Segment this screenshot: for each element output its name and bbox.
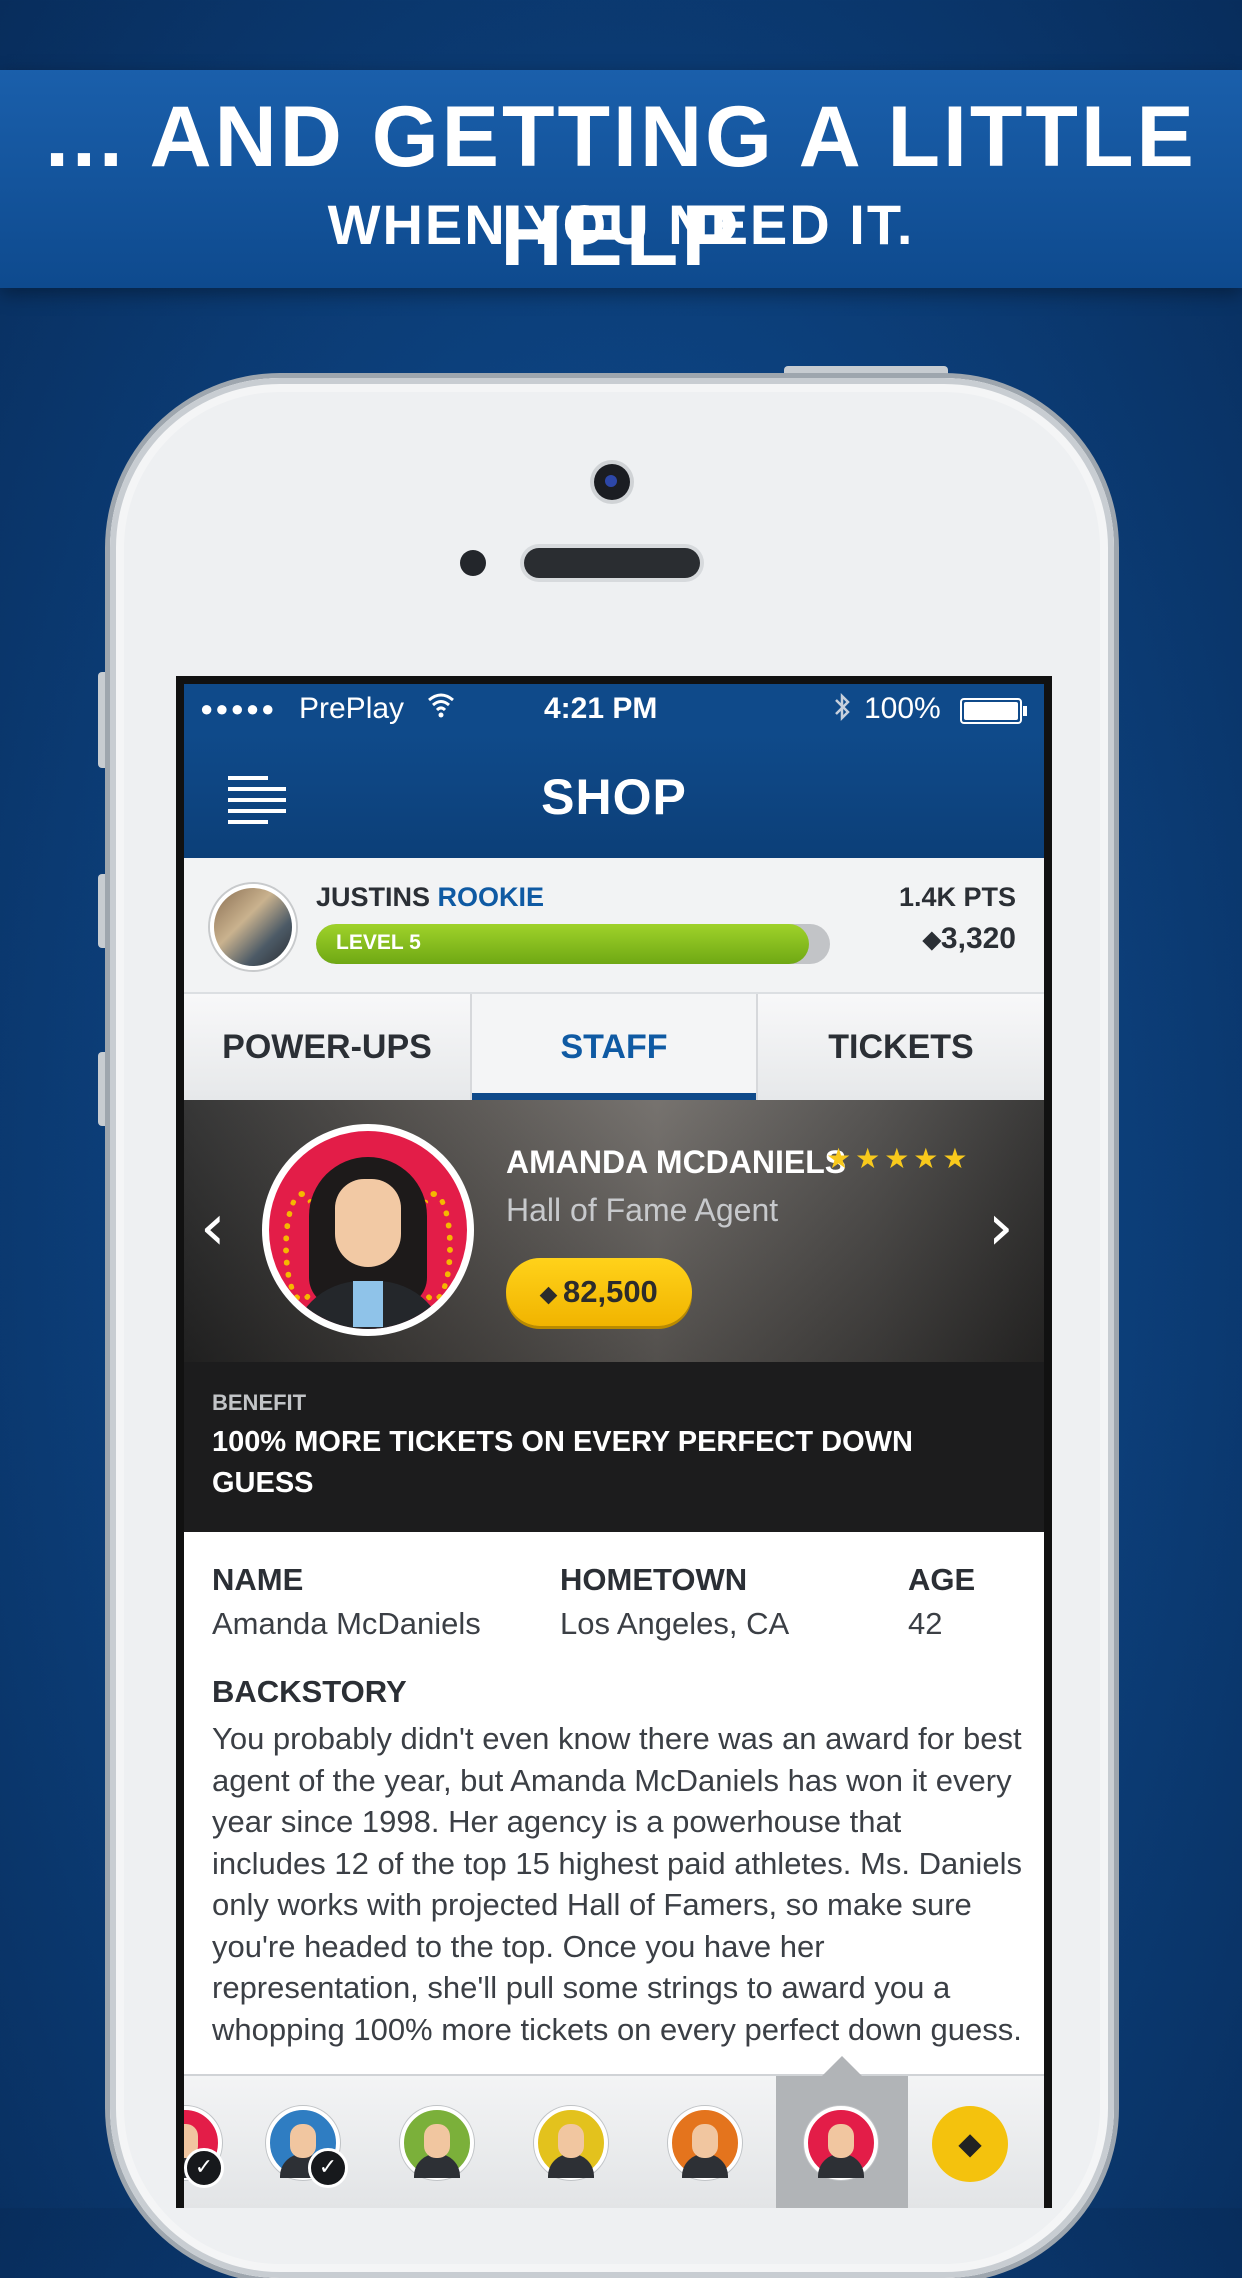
promo-banner: ... AND GETTING A LITTLE HELP WHEN YOU N…: [0, 70, 1242, 288]
app-screen: ●●●●● PrePlay 4:21 PM 100% SHOP JUSTINS …: [184, 684, 1044, 2208]
ticket-icon: ⬥: [540, 1280, 557, 1308]
age-label: AGE: [908, 1562, 976, 1597]
front-camera-icon: [594, 464, 630, 500]
phone-volume-up: [98, 874, 110, 948]
name-value: Amanda McDaniels: [212, 1606, 481, 1641]
clock: 4:21 PM: [544, 692, 658, 725]
page-title: SHOP: [541, 769, 687, 825]
battery-percent: 100%: [864, 692, 941, 725]
ticket-count: 3,320: [940, 922, 1016, 955]
username: JUSTINS: [316, 882, 431, 912]
star-rating: ★★★★★: [826, 1142, 972, 1175]
hometown-label: HOMETOWN: [560, 1562, 748, 1597]
staff-price: 82,500: [562, 1274, 658, 1309]
benefit-panel: BENEFIT 100% MORE TICKETS ON EVERY PERFE…: [184, 1362, 1044, 1532]
avatar[interactable]: [210, 884, 296, 970]
backstory-label: BACKSTORY: [212, 1674, 407, 1709]
staff-thumb-selected[interactable]: [804, 2106, 878, 2180]
age-field: AGE 42: [908, 1562, 975, 1642]
ticket-balance: ⬥3,320: [923, 922, 1016, 956]
age-value: 42: [908, 1606, 943, 1641]
tab-power-ups[interactable]: POWER-UPS: [184, 994, 472, 1100]
staff-card: ‹ AMANDA MCDANIELS ★★★★★ Hall of Fame Ag…: [184, 1100, 1044, 1362]
battery-icon: [960, 698, 1027, 724]
points-count: 1.4K PTS: [898, 882, 1016, 912]
previous-arrow-icon[interactable]: ‹: [200, 1196, 226, 1260]
hometown-field: HOMETOWN Los Angeles, CA: [560, 1562, 789, 1642]
staff-name: AMANDA MCDANIELS: [506, 1144, 847, 1180]
earpiece-speaker: [524, 548, 700, 578]
status-bar: ●●●●● PrePlay 4:21 PM 100%: [184, 684, 1044, 734]
hometown-value: Los Angeles, CA: [560, 1606, 790, 1641]
staff-thumb[interactable]: [534, 2106, 608, 2180]
signal-strength-icon: ●●●●●: [200, 696, 277, 721]
proximity-sensor: [460, 550, 486, 576]
phone-mute-switch: [98, 672, 110, 768]
name-field: NAME Amanda McDaniels: [212, 1562, 481, 1642]
staff-thumb[interactable]: [400, 2106, 474, 2180]
user-profile-bar: JUSTINS ROOKIE LEVEL 5 1.4K PTS ⬥3,320: [184, 858, 1044, 994]
benefit-text: 100% MORE TICKETS ON EVERY PERFECT DOWN …: [212, 1426, 913, 1499]
tab-tickets[interactable]: TICKETS: [758, 994, 1044, 1100]
wifi-icon: [426, 688, 456, 732]
benefit-label: BENEFIT: [212, 1390, 307, 1415]
staff-thumb[interactable]: [668, 2106, 742, 2180]
check-icon: ✓: [308, 2148, 348, 2188]
next-arrow-icon[interactable]: ›: [988, 1196, 1014, 1260]
check-icon: ✓: [184, 2148, 224, 2188]
tab-staff[interactable]: STAFF: [472, 994, 758, 1100]
level-label: LEVEL 5: [336, 931, 421, 954]
name-label: NAME: [212, 1562, 304, 1597]
user-name: JUSTINS ROOKIE: [316, 882, 544, 913]
phone-screen: ●●●●● PrePlay 4:21 PM 100% SHOP JUSTINS …: [176, 676, 1052, 2208]
user-rank: ROOKIE: [437, 882, 545, 912]
phone-power-button: [784, 366, 948, 378]
staff-selector-tray: ✓ ✓ ⬥: [184, 2056, 1044, 2208]
backstory-text: You probably didn't even know there was …: [212, 1721, 1022, 2047]
shop-tabs: POWER-UPS STAFF TICKETS: [184, 994, 1044, 1100]
buy-staff-button[interactable]: ⬥ 82,500: [506, 1258, 692, 1326]
level-progress-bar: LEVEL 5: [316, 924, 830, 964]
carrier-name: PrePlay: [299, 692, 405, 725]
ticket-icon: ⬥: [922, 925, 941, 955]
staff-title: Hall of Fame Agent: [506, 1192, 779, 1228]
ticket-icon[interactable]: ⬥: [932, 2106, 1008, 2182]
banner-subheadline: WHEN YOU NEED IT.: [327, 193, 915, 256]
bluetooth-icon: [832, 691, 852, 733]
nav-bar: SHOP: [184, 734, 1044, 858]
phone-volume-down: [98, 1052, 110, 1126]
staff-portrait: [262, 1124, 474, 1336]
